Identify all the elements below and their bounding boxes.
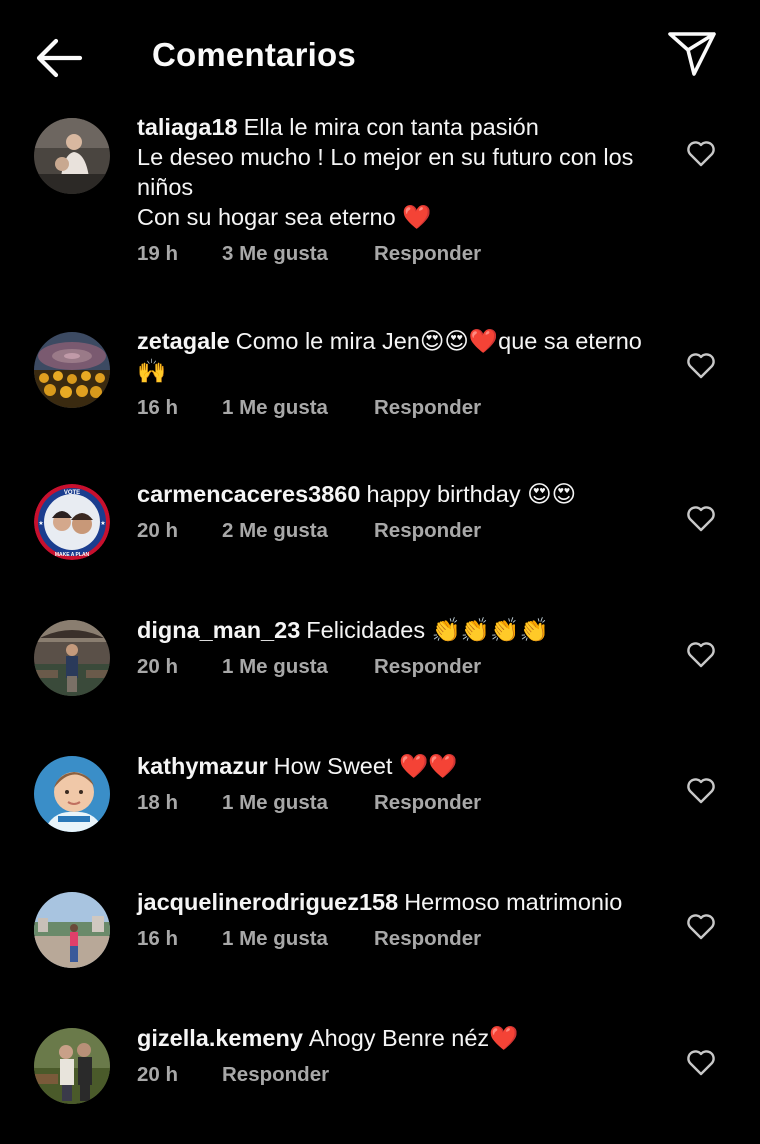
comment-meta: 19 h 3 Me gusta Responder bbox=[137, 242, 657, 272]
comment-time: 20 h bbox=[137, 655, 179, 678]
reply-button[interactable]: Responder bbox=[374, 519, 481, 543]
avatar[interactable] bbox=[34, 892, 110, 968]
avatar[interactable] bbox=[34, 118, 110, 194]
likes-count-link[interactable]: 1 Me gusta bbox=[222, 927, 328, 951]
comment-time: 16 h bbox=[137, 927, 179, 950]
comment-text-block: taliaga18 Ella le mira con tanta pasión L… bbox=[137, 112, 657, 232]
comment-meta: 18 h 1 Me gusta Responder bbox=[137, 791, 657, 821]
reply-button[interactable]: Responder bbox=[374, 242, 481, 266]
comment-username[interactable]: taliaga18 bbox=[137, 114, 238, 140]
heart-outline-icon bbox=[687, 353, 715, 379]
comment-time: 19 h bbox=[137, 242, 179, 265]
reply-button[interactable]: Responder bbox=[374, 396, 481, 420]
comment-meta: 20 h Responder bbox=[137, 1063, 657, 1093]
arrow-left-icon bbox=[36, 38, 83, 78]
back-button[interactable] bbox=[30, 34, 86, 82]
like-button[interactable] bbox=[686, 140, 716, 168]
comment-text-block: digna_man_23 Felicidades 👏👏👏👏 bbox=[137, 615, 657, 645]
comment-text-block: gizella.kemeny Ahogy Benre néz❤️ bbox=[137, 1023, 657, 1053]
comment-text: Felicidades 👏👏👏👏 bbox=[306, 617, 549, 643]
comment-meta: 16 h 1 Me gusta Responder bbox=[137, 927, 657, 957]
comment-time: 16 h bbox=[137, 396, 179, 419]
comment-username[interactable]: jacquelinerodriguez158 bbox=[137, 889, 398, 915]
header-bar: Comentarios bbox=[0, 0, 760, 112]
likes-count-link[interactable]: 1 Me gusta bbox=[222, 396, 328, 420]
comment-meta: 20 h 1 Me gusta Responder bbox=[137, 655, 657, 685]
share-button[interactable] bbox=[664, 28, 720, 80]
svg-text:★: ★ bbox=[100, 520, 105, 527]
heart-outline-icon bbox=[687, 642, 715, 668]
heart-outline-icon bbox=[687, 506, 715, 532]
reply-button[interactable]: Responder bbox=[374, 655, 481, 679]
likes-count-link[interactable]: 1 Me gusta bbox=[222, 791, 328, 815]
comment-time: 18 h bbox=[137, 791, 179, 814]
comment-text-block: carmencaceres3860 happy birthday 😍😍 bbox=[137, 479, 657, 509]
comment-time: 20 h bbox=[137, 519, 179, 542]
comment-meta: 20 h 2 Me gusta Responder bbox=[137, 519, 657, 549]
like-button[interactable] bbox=[686, 1049, 716, 1077]
comment-text-block: kathymazur How Sweet ❤️❤️ bbox=[137, 751, 657, 781]
likes-count-link[interactable]: 2 Me gusta bbox=[222, 519, 328, 543]
like-button[interactable] bbox=[686, 641, 716, 669]
comment-text-block: jacquelinerodriguez158 Hermoso matrimonio bbox=[137, 887, 657, 917]
like-button[interactable] bbox=[686, 777, 716, 805]
reply-button[interactable]: Responder bbox=[222, 1063, 329, 1087]
comment-username[interactable]: carmencaceres3860 bbox=[137, 481, 360, 507]
comment-time: 20 h bbox=[137, 1063, 179, 1086]
comment-text: Ahogy Benre néz❤️ bbox=[308, 1025, 519, 1051]
heart-outline-icon bbox=[687, 914, 715, 940]
avatar-badge-top-text: VOTE bbox=[64, 490, 80, 496]
heart-outline-icon bbox=[687, 141, 715, 167]
like-button[interactable] bbox=[686, 505, 716, 533]
reply-button[interactable]: Responder bbox=[374, 791, 481, 815]
avatar[interactable] bbox=[34, 1028, 110, 1104]
avatar-badge-bottom-text: MAKE A PLAN bbox=[55, 552, 90, 558]
avatar[interactable] bbox=[34, 332, 110, 408]
avatar[interactable]: VOTE MAKE A PLAN ★ ★ bbox=[34, 484, 110, 560]
comment-username[interactable]: digna_man_23 bbox=[137, 617, 300, 643]
likes-count-link[interactable]: 1 Me gusta bbox=[222, 655, 328, 679]
reply-button[interactable]: Responder bbox=[374, 927, 481, 951]
likes-count-link[interactable]: 3 Me gusta bbox=[222, 242, 328, 266]
comment-username[interactable]: gizella.kemeny bbox=[137, 1025, 303, 1051]
comment-meta: 16 h 1 Me gusta Responder bbox=[137, 396, 657, 426]
comment-username[interactable]: kathymazur bbox=[137, 753, 268, 779]
comment-text: happy birthday 😍😍 bbox=[366, 481, 577, 507]
comment-text: Hermoso matrimonio bbox=[404, 889, 623, 915]
page-title: Comentarios bbox=[152, 36, 356, 73]
heart-outline-icon bbox=[687, 1050, 715, 1076]
comment-username[interactable]: zetagale bbox=[137, 328, 230, 354]
like-button[interactable] bbox=[686, 913, 716, 941]
avatar[interactable] bbox=[34, 620, 110, 696]
comment-text: How Sweet ❤️❤️ bbox=[273, 753, 458, 779]
avatar[interactable] bbox=[34, 756, 110, 832]
paper-plane-icon bbox=[668, 32, 716, 76]
svg-text:★: ★ bbox=[38, 520, 43, 527]
comment-text-block: zetagale Como le mira Jen😍😍❤️que sa etern… bbox=[137, 326, 657, 386]
like-button[interactable] bbox=[686, 352, 716, 380]
heart-outline-icon bbox=[687, 778, 715, 804]
